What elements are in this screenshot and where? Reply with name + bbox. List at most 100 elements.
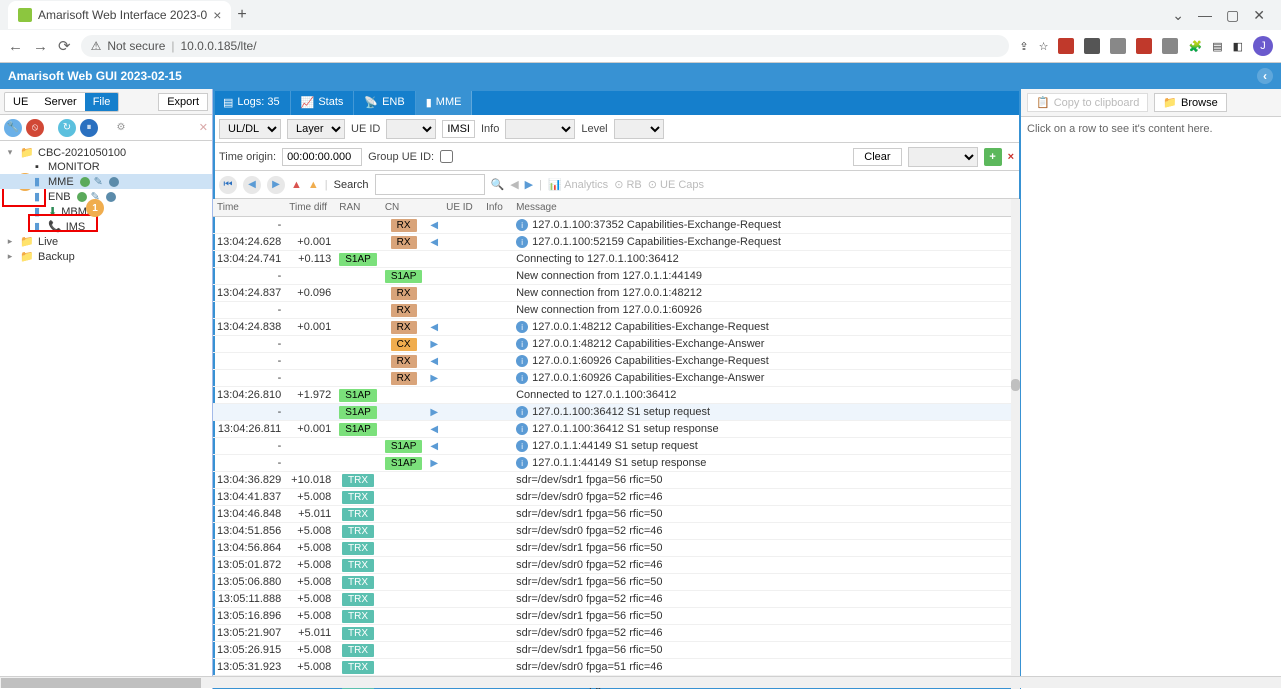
tab-stats[interactable]: 📈 Stats [291, 89, 355, 115]
table-row[interactable]: 13:05:01.872+5.008TRXsdr=/dev/sdr0 fpga=… [213, 557, 1020, 574]
col-diff[interactable]: Time diff [285, 199, 335, 217]
tree-mbms[interactable]: ▮ ⬇ MBMS [0, 204, 212, 219]
new-tab-button[interactable]: + [237, 6, 246, 24]
table-row[interactable]: -RX◀i127.0.0.1:60926 Capabilities-Exchan… [213, 353, 1020, 370]
reading-list-icon[interactable]: ▤ [1212, 40, 1222, 53]
nav-next-icon[interactable]: ▶ [267, 176, 285, 194]
table-row[interactable]: -RX◀i127.0.1.100:37352 Capabilities-Exch… [213, 217, 1020, 234]
tree-ims[interactable]: ▮ 📞 IMS [0, 219, 212, 234]
dropdown-icon[interactable]: ⌄ [1172, 7, 1184, 24]
table-row[interactable]: 13:05:21.907+5.011TRXsdr=/dev/sdr0 fpga=… [213, 625, 1020, 642]
ext-icon[interactable] [1162, 38, 1178, 54]
ext-icon[interactable] [1110, 38, 1126, 54]
analytics-link[interactable]: 📊 Analytics [548, 178, 608, 191]
col-ueid[interactable]: UE ID [442, 199, 482, 217]
ext-icon[interactable] [1058, 38, 1074, 54]
mode-file[interactable]: File [85, 93, 119, 111]
close-icon[interactable]: ✕ [1253, 7, 1265, 24]
table-row[interactable]: 13:04:26.811+0.001S1AP◀i127.0.1.100:3641… [213, 421, 1020, 438]
level-select[interactable] [614, 119, 664, 139]
extensions-icon[interactable]: 🧩 [1188, 40, 1202, 53]
scrollbar[interactable] [1011, 199, 1020, 689]
star-icon[interactable]: ☆ [1039, 40, 1049, 53]
search-next-icon[interactable]: ▶ [525, 178, 533, 191]
refresh-icon[interactable]: ↻ [58, 119, 76, 137]
table-row[interactable]: 13:05:06.880+5.008TRXsdr=/dev/sdr1 fpga=… [213, 574, 1020, 591]
tree-enb[interactable]: ▮ ENB ✎ [0, 189, 212, 204]
forward-button[interactable]: → [33, 38, 48, 55]
browse-button[interactable]: 📁 Browse [1154, 93, 1226, 112]
table-row[interactable]: -RXNew connection from 127.0.0.1:60926 [213, 302, 1020, 319]
uecaps-link[interactable]: ⊙ UE Caps [648, 178, 704, 191]
browser-tab[interactable]: Amarisoft Web Interface 2023-0 × [8, 1, 231, 29]
search-input[interactable] [375, 174, 485, 195]
ext-icon[interactable] [1136, 38, 1152, 54]
table-row[interactable]: -RX▶i127.0.0.1:60926 Capabilities-Exchan… [213, 370, 1020, 387]
hscroll-thumb[interactable] [1, 678, 201, 688]
copy-button[interactable]: 📋 Copy to clipboard [1027, 93, 1148, 112]
binoculars-icon[interactable]: 🔍 [491, 178, 505, 191]
table-row[interactable]: -CX▶i127.0.0.1:48212 Capabilities-Exchan… [213, 336, 1020, 353]
error-icon[interactable]: ▲ [291, 179, 302, 191]
clear-button[interactable]: Clear [853, 148, 901, 166]
log-table-wrap[interactable]: Time Time diff RAN CN UE ID Info Message… [213, 199, 1020, 689]
ext-icon[interactable] [1084, 38, 1100, 54]
maximize-icon[interactable]: ▢ [1226, 7, 1239, 24]
table-row[interactable]: 13:04:24.628+0.001RX◀i127.0.1.100:52159 … [213, 234, 1020, 251]
nav-prev-icon[interactable]: ◀ [243, 176, 261, 194]
profile-avatar[interactable]: J [1253, 36, 1273, 56]
table-row[interactable]: -S1AP▶i127.0.1.1:44149 S1 setup response [213, 455, 1020, 472]
table-row[interactable]: 13:05:11.888+5.008TRXsdr=/dev/sdr0 fpga=… [213, 591, 1020, 608]
back-button[interactable]: ← [8, 38, 23, 55]
col-ran[interactable]: RAN [335, 199, 381, 217]
mode-server[interactable]: Server [36, 93, 84, 111]
tab-close-icon[interactable]: × [213, 7, 221, 23]
info-select[interactable] [505, 119, 575, 139]
table-row[interactable]: 13:04:24.837+0.096RXNew connection from … [213, 285, 1020, 302]
side-panel-icon[interactable]: ◧ [1233, 40, 1243, 53]
minimize-icon[interactable]: — [1198, 7, 1212, 24]
tab-logs[interactable]: ▤ Logs: 35 [213, 89, 291, 115]
col-message[interactable]: Message [512, 199, 1020, 217]
settings-icon[interactable]: ⚙ [112, 119, 130, 137]
tree-root[interactable]: ▾📁 CBC-2021050100 [0, 145, 212, 160]
tree-mme[interactable]: ▮ MME ✎ [0, 174, 212, 189]
table-row[interactable]: 13:04:41.837+5.008TRXsdr=/dev/sdr0 fpga=… [213, 489, 1020, 506]
table-row[interactable]: 13:04:51.856+5.008TRXsdr=/dev/sdr0 fpga=… [213, 523, 1020, 540]
table-row[interactable]: 13:04:56.864+5.008TRXsdr=/dev/sdr1 fpga=… [213, 540, 1020, 557]
clear-icon[interactable]: ✕ [199, 121, 208, 134]
preset-select[interactable] [908, 147, 978, 167]
table-row[interactable]: -S1AP▶i127.0.1.100:36412 S1 setup reques… [213, 404, 1020, 421]
reload-button[interactable]: ⟳ [58, 37, 71, 55]
tree-monitor[interactable]: ▪ MONITOR [0, 160, 212, 174]
col-cn[interactable]: CN [381, 199, 427, 217]
pause-icon[interactable]: ⏸ [80, 119, 98, 137]
collapse-sidebar-icon[interactable]: ‹ [1257, 68, 1273, 84]
add-filter-button[interactable]: + [984, 148, 1002, 166]
table-row[interactable]: 13:04:24.838+0.001RX◀i127.0.0.1:48212 Ca… [213, 319, 1020, 336]
tab-enb[interactable]: 📡 ENB [354, 89, 415, 115]
table-row[interactable]: -S1AP◀i127.0.1.1:44149 S1 setup request [213, 438, 1020, 455]
stop-icon[interactable]: ⦸ [26, 119, 44, 137]
time-origin-input[interactable] [282, 148, 362, 166]
table-row[interactable]: 13:05:31.923+5.008TRXsdr=/dev/sdr0 fpga=… [213, 659, 1020, 676]
col-time[interactable]: Time [213, 199, 285, 217]
uldl-select[interactable]: UL/DL [219, 119, 281, 139]
mode-ue[interactable]: UE [5, 93, 36, 111]
table-row[interactable]: 13:04:46.848+5.011TRXsdr=/dev/sdr1 fpga=… [213, 506, 1020, 523]
export-button[interactable]: Export [158, 93, 208, 111]
ueid-select[interactable] [386, 119, 436, 139]
scroll-thumb[interactable] [1011, 379, 1020, 391]
table-row[interactable]: 13:04:24.741+0.113S1APConnecting to 127.… [213, 251, 1020, 268]
horizontal-scrollbar[interactable] [0, 676, 1281, 688]
table-row[interactable]: 13:05:16.896+5.008TRXsdr=/dev/sdr1 fpga=… [213, 608, 1020, 625]
search-prev-icon[interactable]: ◀ [510, 178, 518, 191]
table-row[interactable]: 13:05:26.915+5.008TRXsdr=/dev/sdr1 fpga=… [213, 642, 1020, 659]
url-input[interactable]: ⚠ Not secure | 10.0.0.185/lte/ [81, 35, 1010, 57]
remove-filter-button[interactable]: × [1008, 151, 1014, 163]
group-ue-checkbox[interactable] [440, 150, 453, 163]
table-row[interactable]: 13:04:26.810+1.972S1APConnected to 127.0… [213, 387, 1020, 404]
share-icon[interactable]: ⇪ [1019, 40, 1028, 53]
table-row[interactable]: -S1APNew connection from 127.0.1.1:44149 [213, 268, 1020, 285]
tree-backup[interactable]: ▸📁 Backup [0, 249, 212, 264]
